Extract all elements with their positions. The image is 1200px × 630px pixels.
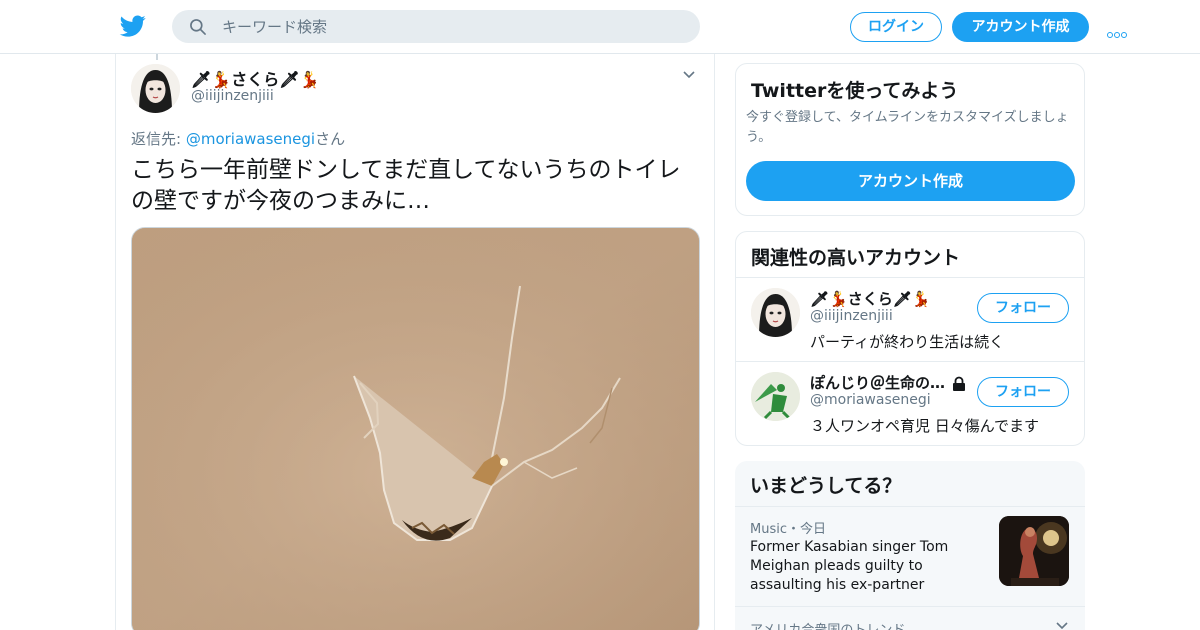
trend-thumbnail[interactable] xyxy=(999,516,1069,586)
tweet-photo[interactable] xyxy=(131,227,700,630)
related-account-bio: ３人ワンオペ育児 日々傷んでます xyxy=(810,417,1040,435)
tweet-text: こちら一年前壁ドンしてまだ直してないうちのトイレの壁ですが今夜のつまみに… xyxy=(131,157,681,214)
related-account-name-text[interactable]: ぽんじり＠生命の… xyxy=(810,374,945,392)
login-button[interactable]: ログイン xyxy=(850,12,942,42)
chevron-down-icon[interactable] xyxy=(682,70,696,80)
related-account-bio: パーティが終わり生活は続く xyxy=(810,333,1005,351)
chevron-down-icon[interactable] xyxy=(1055,621,1069,630)
avatar[interactable] xyxy=(131,64,180,113)
follow-button[interactable]: フォロー xyxy=(977,377,1069,407)
related-account-item[interactable]: ぽんじり＠生命の… @moriawasenegi ３人ワンオペ育児 日々傷んでま… xyxy=(736,362,1084,445)
reply-to-line: 返信先: @moriawasenegiさん xyxy=(131,128,345,149)
signup-card-description: 今すぐ登録して、タイムラインをカスタマイズしましょう。 xyxy=(746,110,1069,145)
thread-line xyxy=(156,54,158,60)
reply-suffix: さん xyxy=(315,130,346,148)
lock-icon xyxy=(953,376,966,391)
twitter-bird-icon[interactable] xyxy=(119,13,147,39)
top-bar: ログイン アカウント作成 xyxy=(0,0,1200,54)
related-account-item[interactable]: 🗡💃さくら🗡💃 @iiijinzenjiii パーティが終わり生活は続く フォロ… xyxy=(736,278,1084,362)
related-accounts-title: 関連性の高いアカウント xyxy=(751,247,961,269)
trend-next-label[interactable]: アメリカ合衆国のトレンド xyxy=(750,619,905,630)
signup-card-button[interactable]: アカウント作成 xyxy=(746,161,1075,201)
tweet-column: 🗡💃さくら🗡💃 @iiijinzenjiii 返信先: @moriawasene… xyxy=(115,54,715,630)
trend-meta: Music・今日 xyxy=(750,522,826,537)
signup-card-title: Twitterを使ってみよう xyxy=(751,80,959,102)
avatar[interactable] xyxy=(751,372,800,421)
related-accounts-card: 関連性の高いアカウント 🗡💃さくら🗡💃 @iiijinzenjiii パーティが… xyxy=(735,231,1085,446)
reply-prefix: 返信先: xyxy=(131,130,186,148)
trends-card: いまどうしてる？ Music・今日 Former Kasabian singer… xyxy=(735,461,1085,630)
reply-mention-link[interactable]: @moriawasenegi xyxy=(186,130,315,148)
search-box[interactable] xyxy=(172,10,700,43)
signup-button[interactable]: アカウント作成 xyxy=(952,12,1089,42)
related-account-name[interactable]: ぽんじり＠生命の… xyxy=(810,372,967,393)
search-input[interactable] xyxy=(222,10,682,43)
tweet-handle[interactable]: @iiijinzenjiii xyxy=(191,88,274,104)
trends-title: いまどうしてる？ xyxy=(750,475,902,497)
divider xyxy=(735,606,1085,607)
signup-card: Twitterを使ってみよう 今すぐ登録して、タイムラインをカスタマイズしましょ… xyxy=(735,63,1085,216)
follow-button[interactable]: フォロー xyxy=(977,293,1069,323)
trend-headline[interactable]: Former Kasabian singer Tom Meighan plead… xyxy=(750,538,990,595)
avatar[interactable] xyxy=(751,288,800,337)
related-account-handle[interactable]: @moriawasenegi xyxy=(810,392,931,408)
tweet-display-name[interactable]: 🗡💃さくら🗡💃 xyxy=(191,66,319,90)
search-icon xyxy=(190,19,206,35)
more-dots-icon[interactable] xyxy=(1107,23,1131,38)
divider xyxy=(735,506,1085,507)
related-account-name[interactable]: 🗡💃さくら🗡💃 xyxy=(810,288,930,309)
related-account-handle[interactable]: @iiijinzenjiii xyxy=(810,308,893,324)
